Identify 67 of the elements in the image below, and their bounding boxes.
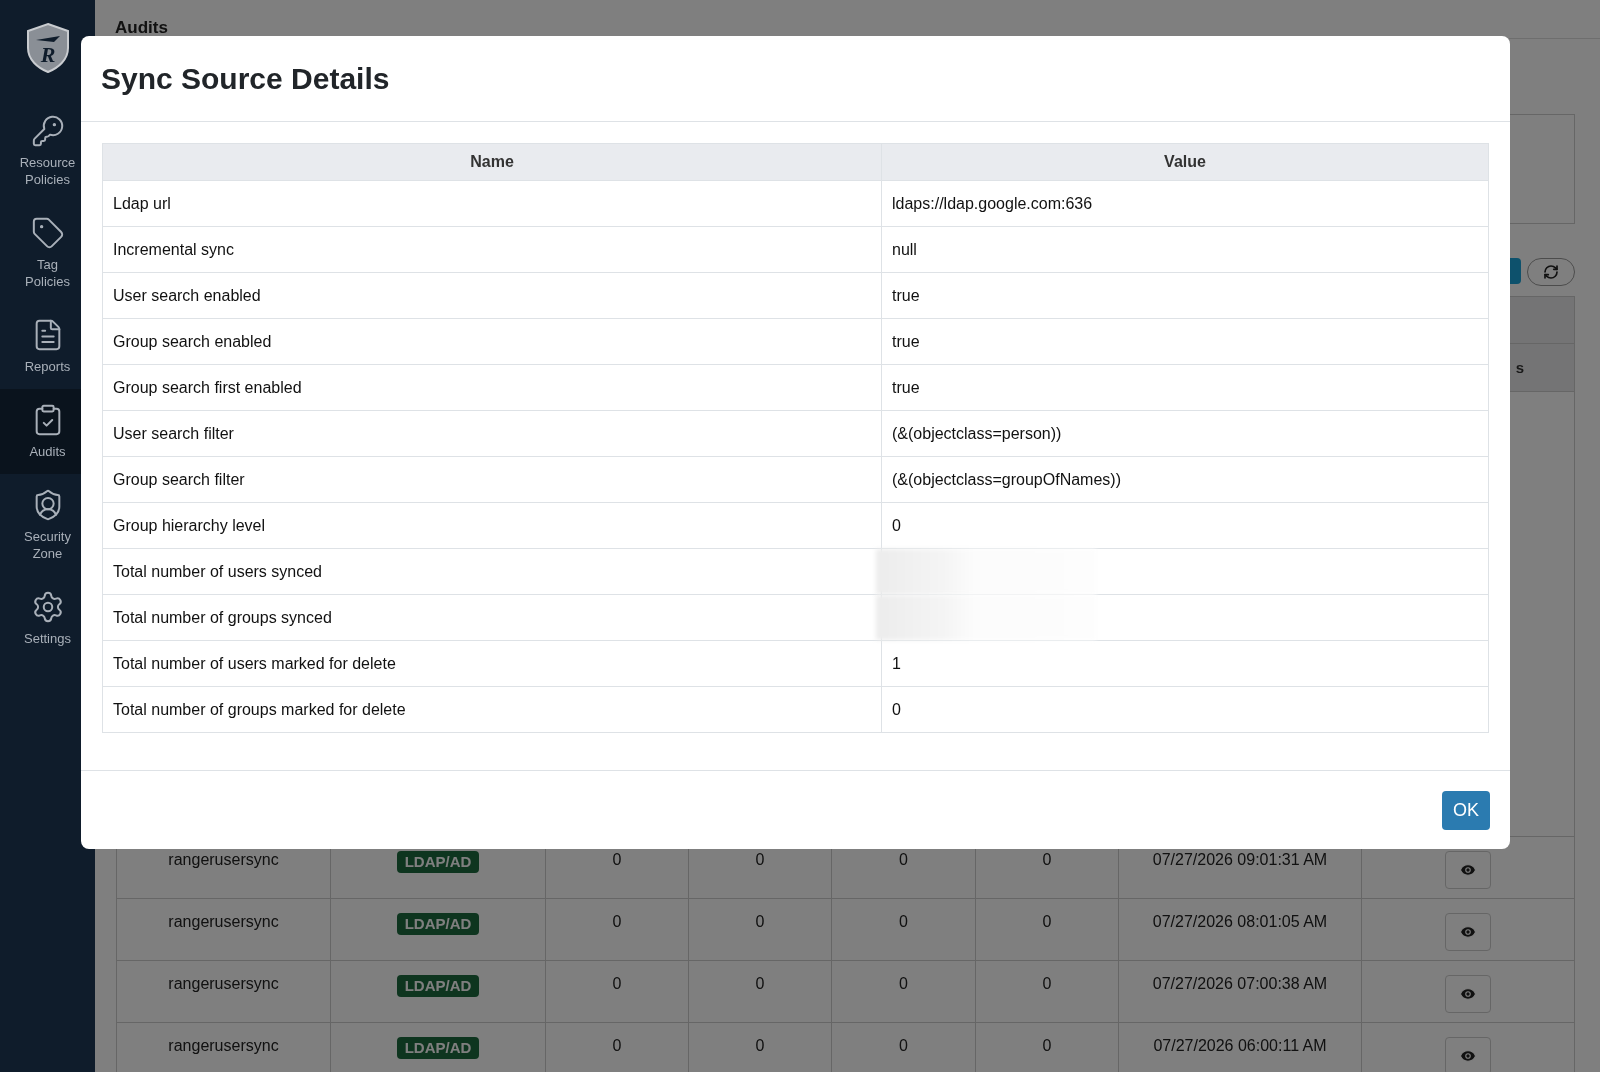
table-cell: (&(objectclass=person)) bbox=[892, 424, 1062, 443]
table-cell: Total number of users marked for delete bbox=[113, 654, 396, 673]
sidebar-item[interactable]: Settings bbox=[0, 576, 95, 661]
eye-icon bbox=[1459, 861, 1477, 879]
table-cell: 07/27/2026 07:00:38 AM bbox=[1119, 961, 1362, 1022]
table-cell: true bbox=[892, 332, 920, 351]
column-header: Value bbox=[1164, 153, 1206, 171]
table-cell: 0 bbox=[546, 961, 689, 1022]
table-cell: 0 bbox=[976, 899, 1119, 960]
table-cell: rangerusersync bbox=[117, 899, 331, 960]
table-cell: rangerusersync bbox=[117, 1023, 331, 1072]
sidebar-item[interactable]: Tag Policies bbox=[0, 202, 95, 304]
tag-icon bbox=[30, 216, 65, 250]
table-cell: rangerusersync bbox=[117, 961, 331, 1022]
sidebar-item[interactable]: Resource Policies bbox=[0, 100, 95, 202]
table-cell: 0 bbox=[832, 899, 976, 960]
sidebar-item[interactable]: Security Zone bbox=[0, 474, 95, 576]
view-button[interactable] bbox=[1445, 913, 1491, 951]
column-header: s bbox=[1515, 359, 1524, 376]
table-cell: 0 bbox=[546, 899, 689, 960]
table-cell: User search filter bbox=[113, 424, 234, 443]
table-cell: Incremental sync bbox=[113, 240, 234, 259]
eye-icon bbox=[1459, 1047, 1477, 1065]
table-cell: 07/27/2026 06:00:11 AM bbox=[1119, 1023, 1362, 1072]
table-cell: Total number of groups marked for delete bbox=[113, 700, 406, 719]
table-cell: 0 bbox=[689, 1023, 832, 1072]
source-badge: LDAP/AD bbox=[396, 913, 480, 935]
eye-icon bbox=[1459, 923, 1477, 941]
dialog-title: Sync Source Details bbox=[101, 61, 390, 96]
table-cell: Total number of groups synced bbox=[113, 608, 332, 627]
page-title: Audits bbox=[115, 18, 168, 38]
refresh-button[interactable] bbox=[1527, 258, 1575, 286]
table-cell: ldaps://ldap.google.com:636 bbox=[892, 194, 1093, 213]
key-icon bbox=[30, 114, 65, 148]
table-cell: Group search enabled bbox=[113, 332, 272, 351]
view-button[interactable] bbox=[1445, 851, 1491, 889]
table-cell: 0 bbox=[832, 1023, 976, 1072]
view-button[interactable] bbox=[1445, 1037, 1491, 1072]
table-cell: 0 bbox=[546, 1023, 689, 1072]
table-cell: Group hierarchy level bbox=[113, 516, 266, 535]
table-cell: Ldap url bbox=[113, 194, 171, 213]
view-button[interactable] bbox=[1445, 975, 1491, 1013]
table-cell: 0 bbox=[689, 899, 832, 960]
table-cell: true bbox=[892, 286, 920, 305]
source-badge: LDAP/AD bbox=[396, 1037, 480, 1059]
source-badge: LDAP/AD bbox=[396, 851, 480, 873]
ok-button[interactable]: OK bbox=[1442, 790, 1490, 830]
table-cell: 0 bbox=[976, 1023, 1119, 1072]
table-cell: Group search first enabled bbox=[113, 378, 302, 397]
source-badge: LDAP/AD bbox=[396, 975, 480, 997]
table-cell: (&(objectclass=groupOfNames)) bbox=[892, 470, 1121, 489]
table-cell: User search enabled bbox=[113, 286, 261, 305]
table-cell: 0 bbox=[689, 961, 832, 1022]
table-cell: Group search filter bbox=[113, 470, 245, 489]
table-cell: 0 bbox=[892, 516, 901, 535]
table-cell: 0 bbox=[976, 961, 1119, 1022]
table-cell: 07/27/2026 08:01:05 AM bbox=[1119, 899, 1362, 960]
table-cell: Total number of users synced bbox=[113, 562, 322, 581]
table-cell: 0 bbox=[832, 961, 976, 1022]
eye-icon bbox=[1459, 985, 1477, 1003]
table-cell: null bbox=[892, 240, 917, 259]
column-header: Name bbox=[470, 153, 514, 171]
table-cell: 0 bbox=[892, 700, 901, 719]
table-cell: true bbox=[892, 378, 920, 397]
sidebar-item[interactable]: Reports bbox=[0, 304, 95, 389]
refresh-icon bbox=[1543, 264, 1559, 280]
table-cell: 1 bbox=[892, 654, 901, 673]
